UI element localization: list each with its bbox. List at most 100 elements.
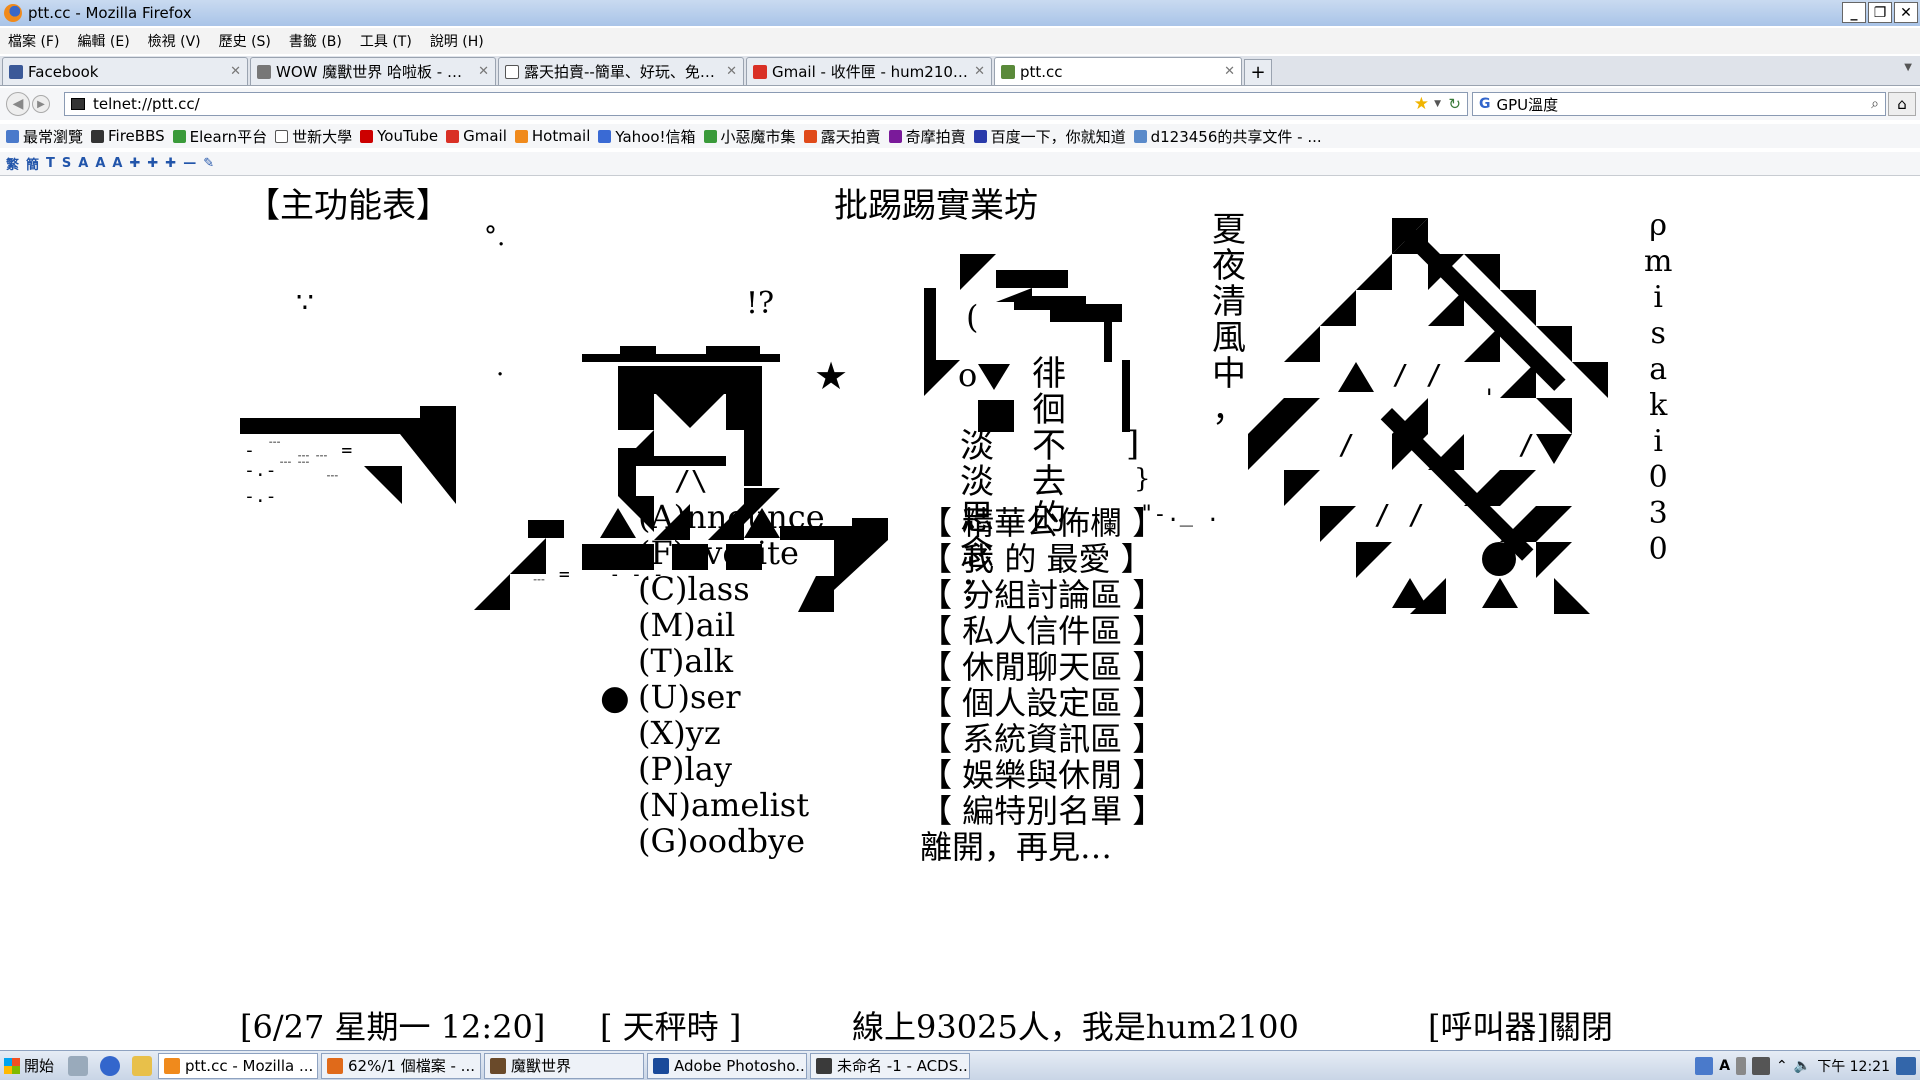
network-icon[interactable] (1752, 1057, 1771, 1075)
addon-toolbar-icon[interactable]: S (62, 156, 71, 171)
windows-icon (4, 1057, 20, 1074)
addon-toolbar-icon[interactable]: ✎ (203, 156, 214, 171)
bbs-menu-item[interactable]: (N)amelist (638, 786, 809, 824)
taskbar-label: 62%/1 個檔案 - ... (348, 1057, 475, 1075)
minimize-button[interactable]: _ (1842, 2, 1866, 23)
taskbar: 開始 ptt.cc - Mozilla ... 62%/1 個檔案 - ... 魔獸… (0, 1050, 1920, 1080)
tray-app-icon[interactable] (1695, 1057, 1714, 1075)
clock[interactable]: 下午 12:21 (1817, 1056, 1890, 1076)
bookmark-item[interactable]: d123456的共享文件 - ... (1133, 126, 1322, 147)
reload-icon[interactable]: ↻ (1448, 95, 1461, 113)
addon-toolbar-icon[interactable]: 簡 (26, 154, 39, 173)
bookmark-item[interactable]: Yahoo!信箱 (598, 126, 696, 147)
bookmark-label: FireBBS (108, 127, 165, 145)
taskbar-button[interactable]: ptt.cc - Mozilla ... (158, 1052, 319, 1079)
url-bar[interactable]: telnet://ptt.cc/ ★ ▼ ↻ (64, 92, 1468, 116)
tab-wow[interactable]: WOW 魔獸世界 哈啦板 - 巴... ✕ (250, 57, 496, 85)
url-dropdown-icon[interactable]: ▼ (1434, 99, 1441, 109)
status-date: [6/27 星期一 12:20] (240, 1008, 546, 1046)
ascii-deco: / (1338, 428, 1355, 461)
bbs-menu-item[interactable]: (M)ail (638, 606, 735, 644)
bookmark-item[interactable]: 奇摩拍賣 (888, 126, 966, 147)
menu-view[interactable]: 檢視 (V) (148, 31, 201, 51)
menu-history[interactable]: 歷史 (S) (219, 31, 271, 51)
addon-toolbar-icon[interactable]: ✚ (165, 156, 176, 171)
bbs-menu-item[interactable]: (T)alk (638, 642, 733, 680)
tab-ruten[interactable]: 露天拍賣--簡單、好玩、免費... ✕ (498, 57, 744, 85)
bookmark-item[interactable]: YouTube (360, 127, 438, 145)
bookmark-item[interactable]: 世新大學 (275, 126, 352, 147)
tab-close-icon[interactable]: ✕ (478, 64, 489, 79)
taskbar-button[interactable]: 未命名 -1 - ACDS... (810, 1052, 971, 1079)
taskbar-app-icon (490, 1057, 507, 1074)
start-button[interactable]: 開始 (0, 1053, 62, 1079)
bbs-menu-item[interactable]: (A)nnounce (638, 498, 825, 536)
addon-toolbar-icon[interactable]: ✚ (147, 156, 158, 171)
menu-bookmarks[interactable]: 書籤 (B) (289, 31, 342, 51)
menu-help[interactable]: 說明 (H) (430, 31, 484, 51)
tab-ptt[interactable]: ptt.cc ✕ (994, 57, 1242, 85)
search-input[interactable]: GPU溫度 (1497, 94, 1559, 115)
tab-close-icon[interactable]: ✕ (1224, 64, 1235, 79)
tab-close-icon[interactable]: ✕ (974, 64, 985, 79)
bookmark-item[interactable]: 小惡魔市集 (703, 126, 796, 147)
taskbar-button[interactable]: 魔獸世界 (484, 1052, 645, 1079)
back-icon[interactable]: ◀ (6, 92, 30, 116)
tab-close-icon[interactable]: ✕ (230, 64, 241, 79)
bbs-menu-item[interactable]: (X)yz (638, 714, 721, 752)
show-desktop-icon[interactable] (1896, 1057, 1916, 1075)
ime-icon[interactable]: A (1719, 1058, 1730, 1074)
addon-toolbar-icon[interactable]: A (112, 156, 122, 171)
tab-facebook[interactable]: Facebook ✕ (2, 57, 248, 85)
bbs-menu-item[interactable]: (U)ser (638, 678, 741, 716)
media-player-icon[interactable] (100, 1055, 121, 1076)
close-window-button[interactable]: ✕ (1894, 2, 1918, 23)
menu-edit[interactable]: 編輯 (E) (77, 31, 129, 51)
taskbar-button[interactable]: Adobe Photosho... (647, 1052, 808, 1079)
bookmark-item[interactable]: Elearn平台 (172, 126, 267, 147)
folder-icon[interactable] (132, 1055, 153, 1076)
addon-toolbar-icon[interactable]: T (46, 156, 55, 171)
forward-icon[interactable]: ▶ (32, 95, 50, 113)
menu-file[interactable]: 檔案 (F) (8, 31, 59, 51)
menu-tools[interactable]: 工具 (T) (360, 31, 412, 51)
restore-button[interactable]: ❐ (1868, 2, 1892, 23)
bookmark-item[interactable]: 最常瀏覽 (6, 126, 83, 147)
telnet-terminal[interactable]: 【主功能表】 批踢踢實業坊 °. ∵ !? · ★ - ﹉ ﹍﹍ = -.-﹉﹉… (0, 178, 1920, 1048)
addon-toolbar-icon[interactable]: A (78, 156, 88, 171)
show-desktop-icon[interactable] (68, 1055, 89, 1076)
addon-toolbar-icon[interactable]: ✚ (129, 156, 140, 171)
telnet-icon (1001, 64, 1015, 79)
bookmark-item[interactable]: FireBBS (91, 127, 165, 145)
bookmark-icon (446, 129, 460, 143)
taskbar-button[interactable]: 62%/1 個檔案 - ... (321, 1052, 482, 1079)
bookmark-icon (703, 129, 717, 143)
addon-toolbar-icon[interactable]: — (183, 156, 196, 171)
bookmark-label: YouTube (377, 127, 439, 145)
search-icon[interactable]: ⌕ (1871, 96, 1879, 112)
tab-gmail[interactable]: Gmail - 收件匣 - hum21000... ✕ (746, 57, 992, 85)
bookmark-item[interactable]: Hotmail (514, 127, 590, 145)
volume-icon[interactable]: 🔈 (1794, 1058, 1811, 1074)
tab-close-icon[interactable]: ✕ (726, 64, 737, 79)
bookmark-item[interactable]: 露天拍賣 (803, 126, 881, 147)
addon-toolbar-icon[interactable]: A (95, 156, 105, 171)
tray-status-icon[interactable] (1736, 1057, 1747, 1075)
bbs-menu-item[interactable]: (C)lass (638, 570, 750, 608)
tray-expand-icon[interactable]: ⌃ (1776, 1058, 1788, 1074)
bookmark-item[interactable]: 百度一下，你就知道 (973, 126, 1126, 147)
bbs-menu-item[interactable]: (F)avorite (638, 534, 799, 572)
bookmark-icon (360, 129, 374, 143)
new-tab-button[interactable]: + (1244, 59, 1272, 85)
page-icon (505, 64, 519, 79)
bbs-menu-item[interactable]: (P)lay (638, 750, 732, 788)
bookmark-star-icon[interactable]: ★ (1414, 94, 1429, 114)
tab-list-icon[interactable]: ▼ (1904, 62, 1912, 73)
tab-label: WOW 魔獸世界 哈啦板 - 巴... (276, 63, 475, 81)
home-icon[interactable]: ⌂ (1888, 92, 1916, 116)
search-bar[interactable]: G GPU溫度 ⌕ (1472, 92, 1886, 116)
addon-toolbar-icon[interactable]: 繁 (6, 154, 19, 173)
bookmark-icon (888, 129, 902, 143)
bbs-menu-item[interactable]: (G)oodbye (638, 822, 805, 860)
bookmark-item[interactable]: Gmail (446, 127, 507, 145)
